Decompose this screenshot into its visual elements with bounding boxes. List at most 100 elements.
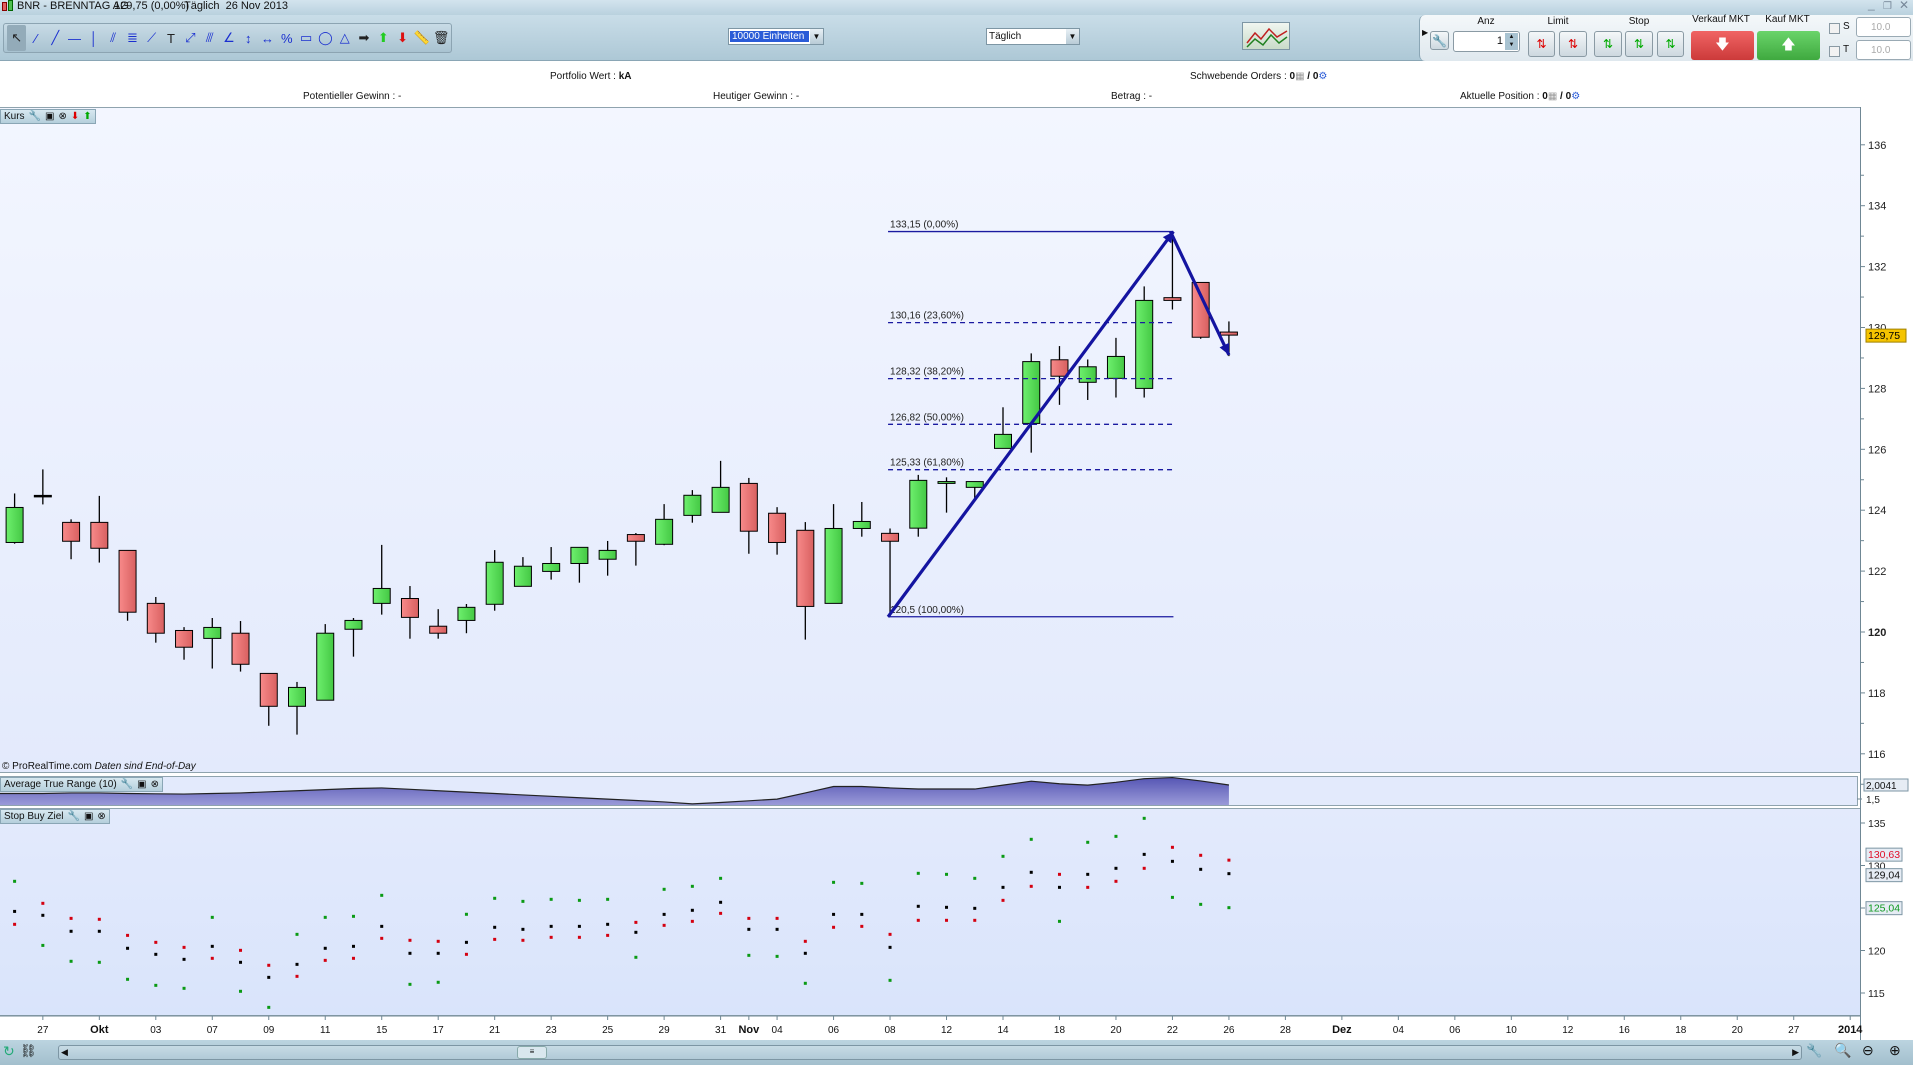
stop-dot-red [267, 963, 271, 967]
stop-dot-green [239, 989, 243, 993]
refresh-chart-icon[interactable]: ↻ [3, 1043, 15, 1060]
candle-up [513, 565, 532, 587]
stop-dot-green [154, 983, 158, 987]
candle-down [90, 521, 109, 549]
stop-dot-black [1001, 885, 1005, 889]
wrench-icon[interactable]: 🔧 [29, 111, 41, 122]
price-axis-label: 132 [1868, 262, 1886, 274]
sell-order-icon[interactable]: ⬇ [71, 111, 79, 122]
stop-dot-green [747, 953, 751, 957]
stop-dot-red [69, 916, 73, 920]
price-axis-label: 122 [1868, 566, 1886, 578]
price-axis-label: 124 [1868, 505, 1886, 517]
stop-dot-green [606, 897, 610, 901]
chart-style-icon[interactable]: ⛓ [20, 1043, 37, 1059]
close-circle-icon[interactable]: ⊗ [58, 111, 66, 122]
close-circle-icon[interactable]: ⊗ [97, 811, 105, 822]
horizontal-scrollbar[interactable]: ◀ ≡ ▶ [58, 1045, 1802, 1060]
price-panel-label: Kurs 🔧 ▣ ⊗ ⬇ ⬆ [0, 109, 96, 124]
stop-dot-green [97, 960, 101, 964]
stop-dot-green [323, 915, 327, 919]
candle-up [316, 632, 335, 701]
candle-up [711, 486, 730, 513]
zoom-fit-icon[interactable]: 🔍 [1834, 1042, 1851, 1059]
date-axis-label: 29 [659, 1025, 671, 1036]
copyright: © ProRealTime.com Daten sind End-of-Day [2, 761, 196, 772]
candle-up [457, 606, 476, 621]
stop-dot-green [1114, 834, 1118, 838]
stop-dot-black [747, 927, 751, 931]
candle-up [1135, 299, 1154, 389]
buy-order-icon[interactable]: ⬆ [83, 111, 91, 122]
date-axis-label: 11 [320, 1025, 331, 1036]
scroll-thumb[interactable]: ≡ [517, 1046, 547, 1059]
stop-dot-black [1199, 867, 1203, 871]
candle-down [796, 529, 815, 607]
price-panel-title: Kurs [4, 111, 25, 122]
stop-dot-red [690, 919, 694, 923]
stop-dot-red [945, 918, 949, 922]
stop-dot-black [549, 924, 553, 928]
window-icon[interactable]: ▣ [84, 811, 93, 822]
stop-dot-green [41, 943, 45, 947]
stop-dot-red [295, 974, 299, 978]
candle-up [344, 619, 363, 630]
date-axis-label: 25 [602, 1025, 614, 1036]
scroll-right-icon[interactable]: ▶ [1792, 1047, 1799, 1058]
stop-dot-green [719, 876, 723, 880]
stop-dot-black [916, 904, 920, 908]
candle-down [175, 629, 194, 648]
price-axis-label: 134 [1868, 201, 1886, 213]
stop-dot-black [154, 952, 158, 956]
wrench-icon[interactable]: 🔧 [121, 779, 133, 790]
candle-down [768, 512, 787, 543]
chart-settings-icon[interactable]: 🔧 [1806, 1043, 1822, 1059]
date-axis-label: 18 [1054, 1025, 1066, 1036]
stop-dot-red [973, 918, 977, 922]
stop-panel-title: Stop Buy Ziel [4, 811, 64, 822]
stop-dot-green [1057, 919, 1061, 923]
date-axis-label: 26 [1223, 1025, 1235, 1036]
wrench-icon[interactable]: 🔧 [67, 811, 79, 822]
candle-up [542, 562, 561, 572]
candle-down [231, 632, 250, 665]
atr-area [0, 777, 1229, 805]
window-icon[interactable]: ▣ [45, 111, 54, 122]
stop-dot-black [662, 912, 666, 916]
stop-dot-red [1057, 872, 1061, 876]
stop-dot-black [690, 908, 694, 912]
stop-dot-green [1001, 854, 1005, 858]
zoom-out-icon[interactable]: ⊖ [1862, 1042, 1874, 1059]
stop-dot-green [775, 954, 779, 958]
candle-down [146, 602, 165, 634]
price-axis-label: 118 [1868, 688, 1886, 700]
close-circle-icon[interactable]: ⊗ [151, 779, 159, 790]
candle-down [1050, 359, 1069, 377]
stop-dot-red [1029, 884, 1033, 888]
stop-dot-black [97, 929, 101, 933]
fib-level-label: 125,33 (61,80%) [890, 458, 964, 469]
window-icon[interactable]: ▣ [137, 779, 146, 790]
date-axis-label: 08 [884, 1025, 896, 1036]
date-axis-label: 20 [1732, 1025, 1744, 1036]
atr-value-label: 2,0041 [1866, 781, 1897, 792]
candle-up [683, 494, 702, 516]
scroll-left-icon[interactable]: ◀ [61, 1047, 68, 1058]
stop-dot-green [210, 915, 214, 919]
stop-dot-red [1086, 885, 1090, 889]
stop-dot-black [408, 951, 412, 955]
stop-dot-black [888, 945, 892, 949]
date-axis-label: 04 [772, 1025, 784, 1036]
candle-up [485, 561, 504, 605]
date-axis-label: 09 [263, 1025, 275, 1036]
date-axis-label: 27 [37, 1025, 49, 1036]
stop-dot-green [577, 898, 581, 902]
atr-panel-title: Average True Range (10) [4, 779, 117, 790]
chart-canvas: 116118120122124126128130132134136133,15 … [0, 140, 1909, 1036]
date-axis-label: 21 [489, 1025, 501, 1036]
stop-dot-green [832, 880, 836, 884]
stop-dot-green [1227, 906, 1231, 910]
zoom-in-icon[interactable]: ⊕ [1889, 1042, 1901, 1059]
stop-dot-red [182, 945, 186, 949]
candle-down [400, 598, 419, 618]
